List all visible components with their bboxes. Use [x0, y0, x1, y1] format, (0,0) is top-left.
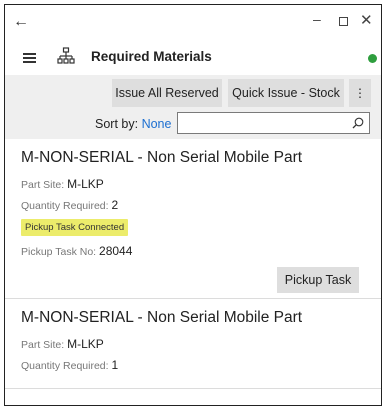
pickup-task-button[interactable]: Pickup Task [277, 267, 359, 293]
quantity-label: Quantity Required: [21, 200, 109, 212]
quantity-value: 1 [111, 358, 119, 372]
status-indicator [368, 54, 377, 63]
item-title: M-NON-SERIAL - Non Serial Mobile Part [21, 149, 303, 166]
part-site-field: Part Site: M-LKP [21, 177, 104, 191]
search-box[interactable] [177, 112, 370, 134]
list-item[interactable]: M-NON-SERIAL - Non Serial Mobile Part Pa… [5, 139, 381, 299]
search-input[interactable] [182, 113, 347, 133]
back-arrow-icon[interactable]: ← [13, 13, 29, 31]
page-title: Required Materials [91, 49, 212, 64]
sort-control: Sort by: None [95, 117, 171, 131]
pickup-task-no-label: Pickup Task No: [21, 246, 97, 258]
part-site-field: Part Site: M-LKP [21, 337, 104, 351]
quantity-field: Quantity Required: 1 [21, 358, 118, 372]
app-header: Required Materials [5, 41, 381, 75]
quantity-label: Quantity Required: [21, 360, 109, 372]
maximize-button[interactable] [339, 17, 348, 26]
quick-issue-stock-button[interactable]: Quick Issue - Stock [228, 79, 344, 107]
sort-label: Sort by: [95, 117, 139, 131]
part-site-value: M-LKP [67, 177, 104, 191]
title-bar: ← – ✕ [5, 5, 381, 41]
part-site-label: Part Site: [21, 179, 65, 191]
pickup-task-no-field: Pickup Task No: 28044 [21, 244, 132, 258]
minimize-button[interactable]: – [313, 11, 321, 27]
sort-value-link[interactable]: None [142, 117, 172, 131]
search-icon[interactable] [352, 117, 364, 129]
part-site-value: M-LKP [67, 337, 104, 351]
hamburger-menu-icon[interactable] [23, 53, 36, 63]
quantity-field: Quantity Required: 2 [21, 198, 118, 212]
toolbar: Issue All Reserved Quick Issue - Stock ⋮… [5, 75, 381, 139]
status-badge: Pickup Task Connected [21, 219, 129, 236]
part-site-label: Part Site: [21, 339, 65, 351]
more-options-button[interactable]: ⋮ [349, 79, 371, 107]
issue-all-reserved-button[interactable]: Issue All Reserved [112, 79, 222, 107]
quantity-value: 2 [111, 198, 119, 212]
hierarchy-icon[interactable] [57, 47, 75, 67]
item-title: M-NON-SERIAL - Non Serial Mobile Part [21, 309, 303, 326]
close-button[interactable]: ✕ [360, 11, 373, 29]
pickup-task-no-value: 28044 [99, 244, 133, 258]
list-item[interactable]: M-NON-SERIAL - Non Serial Mobile Part Pa… [5, 301, 381, 389]
app-window: ← – ✕ Required Materials Issue All Reser… [4, 4, 382, 406]
